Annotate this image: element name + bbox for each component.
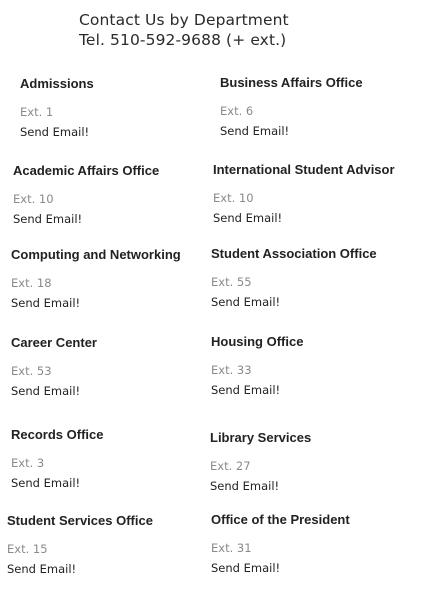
department-extension: Ext. 10	[213, 191, 254, 205]
department-office-of-the-president: Office of the President Ext. 31 Send Ema…	[211, 512, 421, 576]
department-name: Academic Affairs Office	[13, 163, 160, 178]
department-extension: Ext. 1	[20, 105, 54, 119]
department-extension: Ext. 33	[211, 363, 252, 377]
send-email-link[interactable]: Send Email!	[211, 383, 280, 397]
department-academic-affairs: Academic Affairs Office Ext. 10 Send Ema…	[13, 163, 223, 227]
department-library-services: Library Services Ext. 27 Send Email!	[210, 430, 420, 494]
department-records-office: Records Office Ext. 3 Send Email!	[11, 427, 221, 491]
department-extension: Ext. 18	[11, 276, 52, 290]
send-email-link[interactable]: Send Email!	[13, 212, 82, 226]
department-student-services: Student Services Office Ext. 15 Send Ema…	[7, 513, 217, 577]
send-email-link[interactable]: Send Email!	[11, 476, 80, 490]
main-phone-number: Tel. 510-592-9688 (+ ext.)	[79, 31, 287, 49]
department-name: International Student Advisor	[213, 162, 395, 177]
department-name: Student Services Office	[7, 513, 153, 528]
department-name: Housing Office	[211, 334, 304, 349]
department-name: Admissions	[20, 76, 94, 91]
send-email-link[interactable]: Send Email!	[211, 561, 280, 575]
department-extension: Ext. 27	[210, 459, 251, 473]
send-email-link[interactable]: Send Email!	[211, 295, 280, 309]
department-international-student-advisor: International Student Advisor Ext. 10 Se…	[213, 162, 423, 226]
department-extension: Ext. 3	[11, 456, 45, 470]
department-business-affairs: Business Affairs Office Ext. 6 Send Emai…	[220, 75, 425, 139]
department-name: Student Association Office	[211, 246, 377, 261]
department-admissions: Admissions Ext. 1 Send Email!	[20, 76, 230, 140]
page-title: Contact Us by Department	[79, 11, 289, 29]
send-email-link[interactable]: Send Email!	[210, 479, 279, 493]
department-name: Records Office	[11, 427, 104, 442]
department-extension: Ext. 10	[13, 192, 54, 206]
department-name: Library Services	[210, 430, 312, 445]
contact-header: Contact Us by Department Tel. 510-592-96…	[79, 10, 409, 50]
department-extension: Ext. 55	[211, 275, 252, 289]
department-career-center: Career Center Ext. 53 Send Email!	[11, 335, 221, 399]
department-extension: Ext. 15	[7, 542, 48, 556]
department-extension: Ext. 31	[211, 541, 252, 555]
department-computing-networking: Computing and Networking Ext. 18 Send Em…	[11, 247, 221, 311]
send-email-link[interactable]: Send Email!	[11, 384, 80, 398]
send-email-link[interactable]: Send Email!	[11, 296, 80, 310]
department-student-association: Student Association Office Ext. 55 Send …	[211, 246, 421, 310]
send-email-link[interactable]: Send Email!	[7, 562, 76, 576]
department-name: Business Affairs Office	[220, 75, 363, 90]
send-email-link[interactable]: Send Email!	[220, 124, 289, 138]
send-email-link[interactable]: Send Email!	[213, 211, 282, 225]
department-housing-office: Housing Office Ext. 33 Send Email!	[211, 334, 421, 398]
send-email-link[interactable]: Send Email!	[20, 125, 89, 139]
department-extension: Ext. 6	[220, 104, 254, 118]
department-name: Computing and Networking	[11, 247, 181, 262]
department-name: Office of the President	[211, 512, 350, 527]
department-name: Career Center	[11, 335, 97, 350]
department-extension: Ext. 53	[11, 364, 52, 378]
